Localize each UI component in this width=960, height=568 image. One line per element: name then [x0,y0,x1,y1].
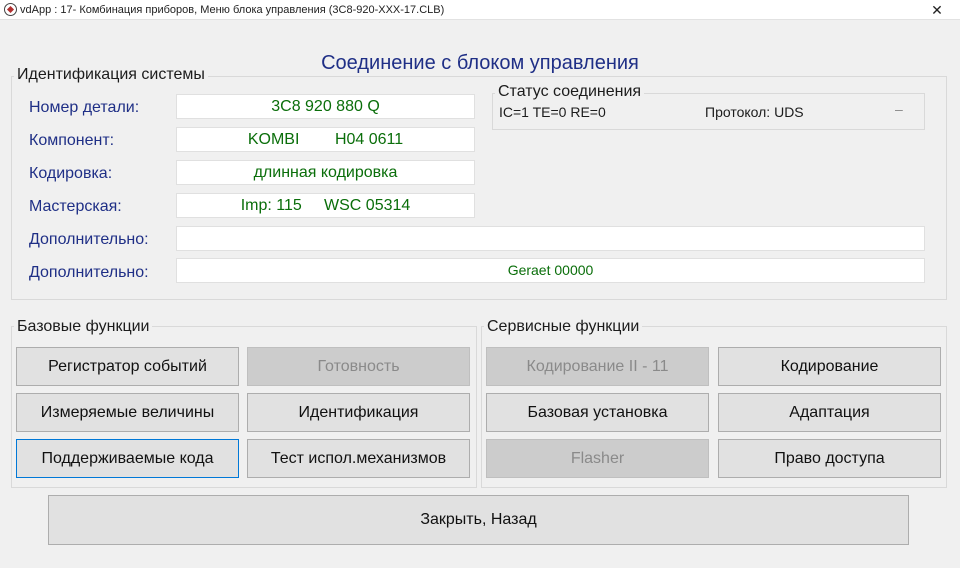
close-icon[interactable]: ✕ [914,0,960,20]
protocol-text: Протокол: UDS [705,104,804,120]
basic-setting-button[interactable]: Базовая установка [486,393,709,432]
workshop-label: Мастерская: [29,198,122,215]
service-functions-label: Сервисные функции [484,318,643,336]
identification-group-label: Идентификация системы [14,66,208,84]
component-field: KOMBI H04 0611 [176,127,475,152]
connection-status-label: Статус соединения [495,83,645,101]
identification-button[interactable]: Идентификация [247,393,470,432]
close-back-button[interactable]: Закрыть, Назад [48,495,909,545]
extra-field-2: Geraet 00000 [176,258,925,283]
coding-field: длинная кодировка [176,160,475,185]
component-label: Компонент: [29,132,115,149]
coding-button[interactable]: Кодирование [718,347,941,386]
status-counters: IC=1 TE=0 RE=0 [499,104,606,120]
coding-label: Кодировка: [29,165,113,182]
extra-field-1 [176,226,925,251]
coding-ii-button[interactable]: Кодирование II - 11 [486,347,709,386]
part-number-label: Номер детали: [29,99,140,116]
workshop-field: Imp: 115 WSC 05314 [176,193,475,218]
extra-label-1: Дополнительно: [29,231,149,248]
access-rights-button[interactable]: Право доступа [718,439,941,478]
title-bar: vdApp : 17- Комбинация приборов, Меню бл… [0,0,960,20]
supported-codes-button[interactable]: Поддерживаемые кода [16,439,239,478]
adaptation-button[interactable]: Адаптация [718,393,941,432]
part-number-field: 3C8 920 880 Q [176,94,475,119]
readiness-button[interactable]: Готовность [247,347,470,386]
actuator-test-button[interactable]: Тест испол.механизмов [247,439,470,478]
extra-label-2: Дополнительно: [29,264,149,281]
basic-functions-label: Базовые функции [14,318,153,336]
flasher-button[interactable]: Flasher [486,439,709,478]
measured-values-button[interactable]: Измеряемые величины [16,393,239,432]
app-icon [4,3,17,16]
event-recorder-button[interactable]: Регистратор событий [16,347,239,386]
window-title: vdApp : 17- Комбинация приборов, Меню бл… [20,4,445,16]
status-indicator: – [895,101,903,117]
